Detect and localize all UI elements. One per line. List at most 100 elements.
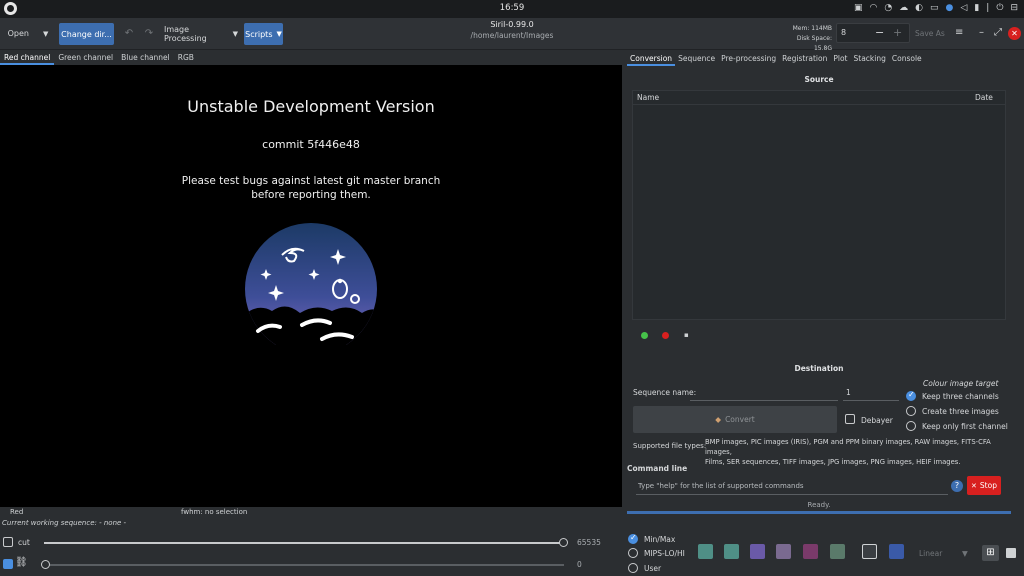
volume-icon[interactable]: ◁ (960, 3, 967, 13)
source-file-list[interactable]: Name Date (632, 90, 1006, 320)
grid-view-icon[interactable]: ⊞ (982, 545, 999, 561)
saturation-icon[interactable] (776, 544, 791, 559)
keep-three-label[interactable]: Keep three channels (922, 392, 999, 401)
folder-icon[interactable]: ▭ (930, 3, 939, 13)
source-title: Source (804, 75, 834, 84)
scripts-label: Scripts (245, 29, 273, 39)
minimize-icon[interactable]: – (979, 27, 984, 38)
grid-icon[interactable]: ⊟ (1010, 3, 1018, 13)
maximize-icon[interactable]: ⤢ (994, 27, 1002, 38)
tab-console[interactable]: Console (889, 50, 925, 66)
radio-keep-first[interactable] (906, 421, 916, 431)
max-value-input[interactable]: 65535 (577, 538, 601, 547)
open-button[interactable]: Open ▼ (4, 24, 52, 43)
convert-label: Convert (725, 415, 755, 424)
tab-rgb[interactable]: RGB (174, 50, 198, 65)
help-button[interactable]: ? (951, 480, 963, 492)
siril-logo-icon (245, 223, 377, 345)
radio-keep-three[interactable] (906, 390, 916, 401)
user-label[interactable]: User (644, 564, 661, 573)
cloud-icon[interactable]: ☁ (899, 3, 908, 13)
mips-label[interactable]: MIPS-LO/HI (644, 549, 685, 558)
column-date[interactable]: Date (975, 93, 993, 102)
battery-icon[interactable]: ▮ (974, 3, 979, 13)
close-icon[interactable]: ✕ (1008, 27, 1021, 40)
chevron-down-icon[interactable]: ▼ (962, 549, 968, 558)
split-view-icon[interactable] (1006, 548, 1016, 558)
undo-icon[interactable]: ↶ (122, 24, 136, 43)
lo-slider-track[interactable] (44, 564, 564, 566)
working-directory: /home/laurent/Images (470, 31, 554, 40)
debayer-label[interactable]: Debayer (861, 416, 893, 425)
scripts-menu[interactable]: Scripts ▼ (244, 23, 283, 45)
viewer-status-row: Red fwhm: no selection (0, 507, 622, 517)
stop-icon: ✕ (971, 481, 977, 490)
negative-view-icon[interactable] (698, 544, 713, 559)
convert-button[interactable]: ◆ Convert (633, 406, 837, 433)
tab-plot[interactable]: Plot (830, 50, 850, 66)
redo-icon[interactable]: ↷ (142, 24, 156, 43)
tab-red-channel[interactable]: Red channel (0, 50, 55, 65)
wifi-icon[interactable]: ◔ (884, 3, 892, 13)
display-mode-select[interactable]: Linear (919, 549, 942, 558)
notification-icon[interactable]: ● (946, 3, 954, 13)
star-icon[interactable] (889, 544, 904, 559)
headphones-icon[interactable]: ◠ (869, 3, 877, 13)
cut-checkbox[interactable] (3, 537, 13, 547)
keep-first-label[interactable]: Keep only first channel (922, 422, 1008, 431)
stop-button[interactable]: ✕ Stop (967, 476, 1001, 495)
change-dir-label: Change dir... (61, 29, 112, 39)
tab-pre-processing[interactable]: Pre-processing (718, 50, 779, 66)
hamburger-menu-icon[interactable]: ≡ (955, 27, 963, 38)
histogram-icon[interactable] (750, 544, 765, 559)
tab-conversion[interactable]: Conversion (627, 50, 676, 66)
supported-types-list: BMP images, PIC images (IRIS), PGM and P… (705, 437, 1011, 467)
image-canvas[interactable]: Unstable Development Version commit 5f44… (0, 65, 622, 507)
power-icon[interactable]: ⏻ (996, 3, 1003, 13)
tab-registration[interactable]: Registration (779, 50, 830, 66)
add-files-icon[interactable] (641, 332, 648, 339)
curves-icon[interactable] (803, 544, 818, 559)
radio-mips[interactable] (628, 548, 638, 558)
minmax-label[interactable]: Min/Max (644, 535, 675, 544)
status-channel: Red (10, 508, 24, 516)
radio-user[interactable] (628, 563, 638, 573)
tab-blue-channel[interactable]: Blue channel (117, 50, 174, 65)
remove-files-icon[interactable] (662, 332, 669, 339)
save-as-button[interactable]: Save As (915, 29, 945, 38)
lo-slider-handle[interactable] (41, 560, 50, 569)
threads-spinbox[interactable]: 8 − + (836, 23, 910, 43)
radio-create-three[interactable] (906, 406, 916, 416)
change-dir-button[interactable]: Change dir... (59, 23, 114, 45)
tab-stacking[interactable]: Stacking (851, 50, 889, 66)
title-block: Siril-0.99.0 /home/laurent/Images (412, 20, 612, 40)
cut-slider-handle[interactable] (559, 538, 568, 547)
supported-types-label: Supported file types: (633, 442, 707, 450)
tab-green-channel[interactable]: Green channel (54, 50, 117, 65)
file-list-header: Name Date (633, 91, 1005, 105)
false-color-icon[interactable] (724, 544, 739, 559)
document-icon[interactable] (830, 544, 845, 559)
minus-icon[interactable]: − (875, 26, 884, 39)
threads-value[interactable]: 8 (841, 28, 846, 37)
chevron-down-icon[interactable]: ▼ (43, 30, 48, 38)
splash-message-1: Please test bugs against latest git mast… (181, 175, 441, 187)
cut-label: cut (18, 538, 30, 547)
create-three-label[interactable]: Create three images (922, 407, 999, 416)
image-processing-menu[interactable]: Image Processing ▼ (164, 24, 238, 43)
clear-list-icon[interactable]: ▪ (684, 331, 689, 339)
radio-minmax[interactable] (628, 533, 638, 544)
debayer-checkbox[interactable] (845, 414, 855, 424)
sequence-name-input[interactable] (690, 400, 838, 401)
column-name[interactable]: Name (637, 93, 659, 102)
night-mode-icon[interactable]: ◐ (915, 3, 923, 13)
plus-icon[interactable]: + (893, 26, 902, 39)
chart-icon[interactable] (862, 544, 877, 559)
command-input[interactable]: Type "help" for the list of supported co… (636, 478, 948, 495)
min-value-input[interactable]: 0 (577, 560, 582, 569)
sequence-start-input[interactable]: 1 (846, 388, 851, 397)
video-icon[interactable]: ▣ (854, 3, 863, 13)
link-checkbox[interactable] (3, 559, 13, 569)
tab-sequence[interactable]: Sequence (675, 50, 718, 66)
cut-slider-track[interactable] (44, 542, 564, 544)
